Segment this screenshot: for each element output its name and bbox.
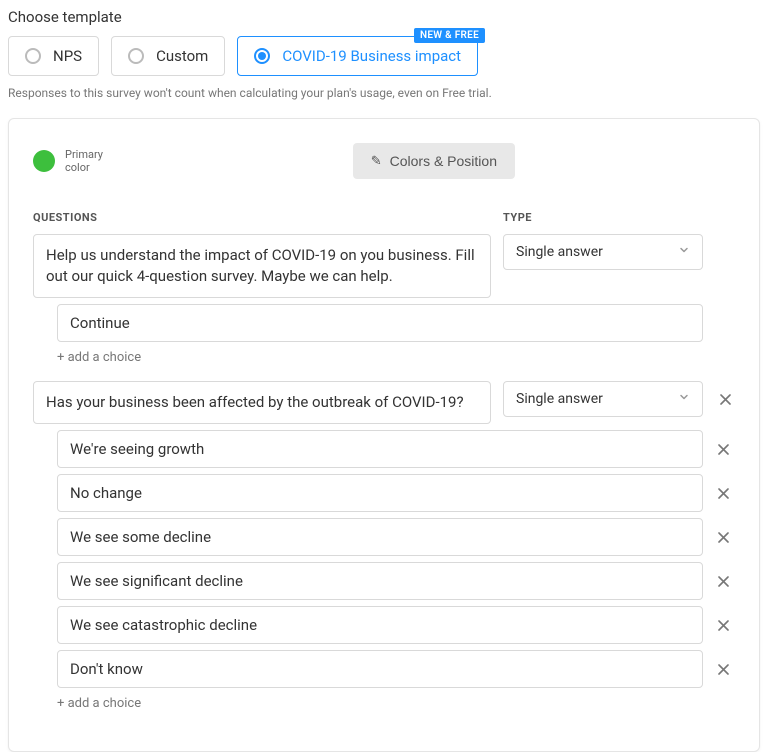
radio-icon [25, 48, 41, 64]
choice-input[interactable]: Don't know [57, 650, 703, 688]
template-label: COVID-19 Business impact [282, 47, 461, 65]
choice-row: Continue [57, 304, 735, 342]
question-row: Help us understand the impact of COVID-1… [33, 234, 735, 298]
chevron-down-icon [678, 244, 690, 260]
add-choice-link[interactable]: + add a choice [57, 350, 141, 365]
question-type-select[interactable]: Single answer [503, 381, 703, 417]
choice-row: Don't know [57, 650, 735, 688]
helper-text: Responses to this survey won't count whe… [8, 86, 760, 100]
question-text-input[interactable]: Help us understand the impact of COVID-1… [33, 234, 491, 298]
choice-input[interactable]: Continue [57, 304, 703, 342]
radio-icon [128, 48, 144, 64]
delete-choice-button[interactable] [711, 657, 735, 681]
columns-header: QUESTIONS TYPE [33, 211, 735, 224]
delete-choice-button[interactable] [711, 525, 735, 549]
primary-color-label: Primary color [65, 148, 115, 174]
question-row: Has your business been affected by the o… [33, 381, 735, 424]
choice-input[interactable]: We see significant decline [57, 562, 703, 600]
choice-row: We see catastrophic decline [57, 606, 735, 644]
choice-row: We see significant decline [57, 562, 735, 600]
question-type-select[interactable]: Single answer [503, 234, 703, 270]
question-type-value: Single answer [516, 391, 603, 407]
new-free-badge: NEW & FREE [414, 28, 485, 43]
radio-icon [254, 48, 270, 64]
template-option-covid-19-business-impact[interactable]: COVID-19 Business impactNEW & FREE [237, 36, 478, 76]
question-block: Help us understand the impact of COVID-1… [33, 234, 735, 365]
add-choice-link[interactable]: + add a choice [57, 696, 141, 711]
delete-choice-button[interactable] [711, 437, 735, 461]
template-option-custom[interactable]: Custom [111, 36, 225, 76]
page-title: Choose template [8, 8, 760, 26]
choice-row: We're seeing growth [57, 430, 735, 468]
template-label: Custom [156, 47, 208, 65]
choice-row: No change [57, 474, 735, 512]
question-text-input[interactable]: Has your business been affected by the o… [33, 381, 491, 424]
card-header: Primary color ✎ Colors & Position [33, 143, 735, 179]
delete-question-button[interactable] [715, 389, 735, 409]
delete-choice-button[interactable] [711, 613, 735, 637]
editor-card: Primary color ✎ Colors & Position QUESTI… [8, 118, 760, 752]
choice-input[interactable]: We see catastrophic decline [57, 606, 703, 644]
pencil-icon: ✎ [371, 153, 382, 169]
choices-list: We're seeing growth No change We see some … [57, 430, 735, 711]
delete-choice-button[interactable] [711, 481, 735, 505]
choice-input[interactable]: We see some decline [57, 518, 703, 556]
question-block: Has your business been affected by the o… [33, 381, 735, 711]
column-questions-label: QUESTIONS [33, 211, 491, 224]
choices-list: Continue + add a choice [57, 304, 735, 365]
chevron-down-icon [678, 391, 690, 407]
choice-row: We see some decline [57, 518, 735, 556]
colors-position-button[interactable]: ✎ Colors & Position [353, 143, 515, 179]
choice-input[interactable]: No change [57, 474, 703, 512]
question-type-value: Single answer [516, 244, 603, 260]
template-label: NPS [53, 47, 82, 65]
template-option-nps[interactable]: NPS [8, 36, 99, 76]
column-type-label: TYPE [503, 211, 735, 224]
primary-color-swatch[interactable] [33, 150, 55, 172]
delete-choice-button[interactable] [711, 569, 735, 593]
choice-input[interactable]: We're seeing growth [57, 430, 703, 468]
colors-position-label: Colors & Position [390, 153, 497, 169]
template-options: NPS Custom COVID-19 Business impactNEW & F… [8, 36, 760, 76]
